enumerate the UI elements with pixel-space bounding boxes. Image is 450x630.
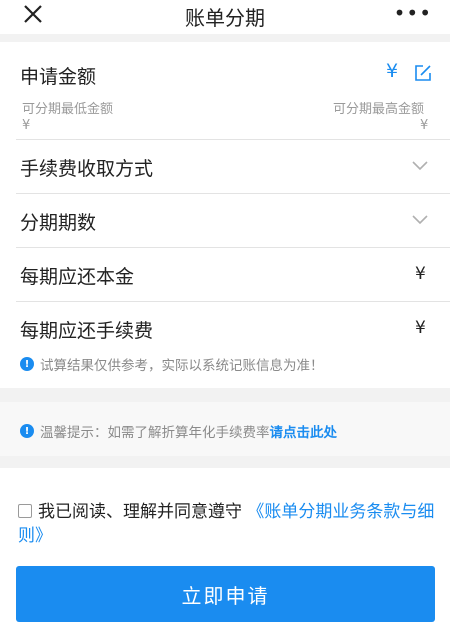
top-navigation-bar: 账单分期 ••• — [0, 0, 450, 34]
fee-value: ¥ — [415, 318, 426, 338]
periods-label: 分期期数 — [20, 212, 97, 234]
tip-link[interactable]: 请点击此处 — [270, 421, 338, 441]
estimate-notice-text: 试算结果仅供参考，实际以系统记账信息为准！ — [40, 358, 324, 374]
tip-text: 温馨提示：如需了解折算年化手续费率 — [40, 425, 270, 441]
tip-bar: ! 温馨提示：如需了解折算年化手续费率 请点击此处 — [0, 402, 450, 456]
info-icon: ! — [20, 424, 34, 438]
checkbox-icon[interactable] — [18, 504, 32, 518]
amount-label: 申请金额 — [20, 66, 97, 88]
fee-row: 每期应还手续费 ¥ — [0, 302, 450, 346]
section-gap — [0, 388, 450, 402]
page-title: 账单分期 — [185, 6, 265, 30]
fee-method-label: 手续费收取方式 — [20, 158, 154, 180]
edit-icon[interactable] — [414, 64, 432, 82]
estimate-notice: ! 试算结果仅供参考，实际以系统记账信息为准！ — [20, 354, 324, 374]
agreement-text: 我已阅读、理解并同意遵守 — [38, 502, 248, 522]
max-amount-label: 可分期最高金额 — [333, 102, 425, 117]
chevron-down-icon — [412, 161, 428, 171]
header-divider — [0, 34, 450, 42]
more-icon[interactable]: ••• — [394, 3, 432, 23]
periods-row[interactable]: 分期期数 — [0, 194, 450, 246]
min-amount-label: 可分期最低金额 — [22, 102, 114, 117]
apply-now-button[interactable]: 立即申请 — [16, 566, 435, 622]
agreement: 我已阅读、理解并同意遵守 《账单分期业务条款与细则》 — [18, 500, 438, 548]
chevron-down-icon — [412, 215, 428, 225]
max-amount-value: ¥ — [420, 118, 429, 133]
principal-label: 每期应还本金 — [20, 266, 135, 288]
info-icon: ! — [20, 357, 34, 371]
section-gap — [0, 456, 450, 468]
principal-value: ¥ — [415, 264, 426, 284]
fee-label: 每期应还手续费 — [20, 320, 154, 342]
fee-method-row[interactable]: 手续费收取方式 — [0, 140, 450, 192]
amount-input[interactable]: ¥ — [386, 60, 398, 82]
min-amount-value: ¥ — [22, 118, 31, 133]
principal-row: 每期应还本金 ¥ — [0, 248, 450, 300]
